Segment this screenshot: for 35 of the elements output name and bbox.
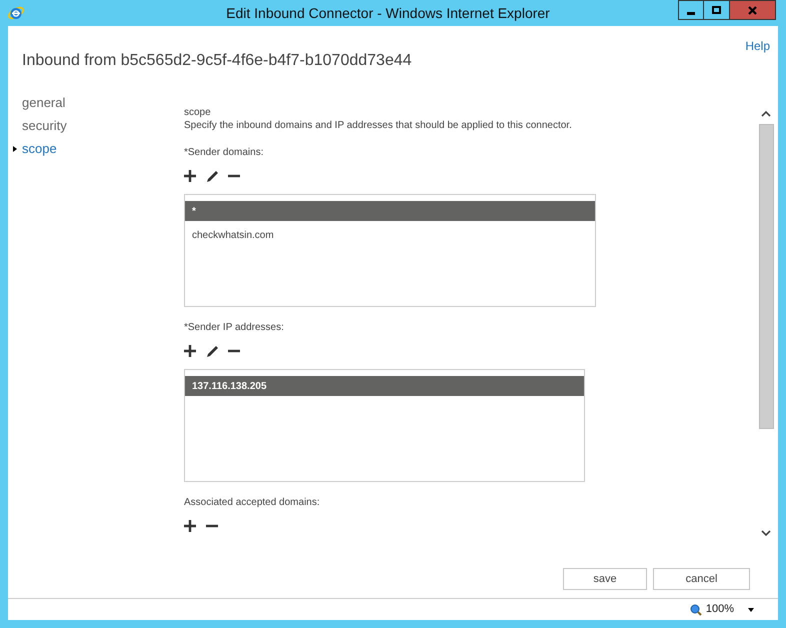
scrollbar-thumb[interactable]: [758, 124, 774, 429]
field-label: *Sender domains:: [184, 146, 264, 159]
nav-link[interactable]: scope: [22, 138, 57, 158]
field-label: *Sender IP addresses:: [184, 321, 284, 334]
maximize-icon: [712, 6, 721, 14]
list-item[interactable]: *: [185, 201, 595, 221]
field-label: Associated accepted domains:: [184, 496, 320, 509]
add-icon[interactable]: [184, 520, 197, 532]
help-link[interactable]: Help: [745, 37, 770, 55]
window-title: Edit Inbound Connector - Windows Internet Explorer: [226, 4, 550, 23]
zoom-level[interactable]: 100%: [706, 601, 734, 618]
dialog-button[interactable]: cancel: [653, 568, 750, 590]
close-button[interactable]: [730, 0, 776, 20]
add-icon[interactable]: [184, 344, 197, 358]
list-box[interactable]: 137.116.138.205: [184, 369, 585, 482]
dialog-button[interactable]: save: [563, 568, 647, 590]
scroll-up-icon[interactable]: [761, 110, 771, 118]
section-heading: scope: [184, 106, 211, 119]
page-title: Inbound from b5c565d2-9c5f-4f6e-b4f7-b1070dd73e44: [22, 51, 412, 71]
pencil-icon[interactable]: [206, 344, 219, 358]
add-icon[interactable]: [184, 170, 197, 182]
scroll-down-icon[interactable]: [761, 529, 771, 537]
dropdown-caret-icon[interactable]: [748, 608, 754, 612]
list-box[interactable]: * checkwhatsin.com: [184, 194, 596, 307]
section-description: Specify the inbound domains and IP addresses that should be applied to this connector.: [184, 119, 572, 132]
nav-link[interactable]: security: [22, 116, 67, 136]
minimize-icon: [687, 12, 695, 14]
minimize-button[interactable]: [678, 0, 704, 20]
zoom-icon[interactable]: [690, 604, 702, 616]
browser-logo-icon: [7, 4, 25, 22]
nav-link[interactable]: general: [22, 92, 66, 112]
list-item[interactable]: 137.116.138.205: [185, 376, 584, 396]
close-icon: [748, 6, 757, 14]
list-item[interactable]: checkwhatsin.com: [185, 225, 595, 245]
pencil-icon[interactable]: [206, 170, 219, 182]
